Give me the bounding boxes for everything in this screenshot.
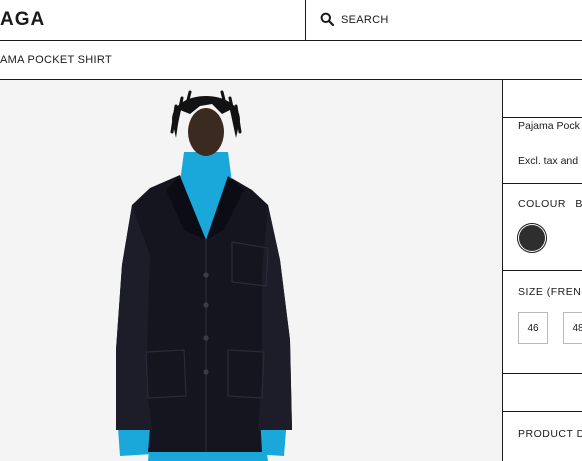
search-icon[interactable]	[320, 12, 334, 26]
search-label[interactable]: SEARCH	[341, 14, 389, 26]
divider	[503, 373, 582, 374]
tax-note: Excl. tax and	[518, 155, 579, 167]
divider	[503, 411, 582, 412]
breadcrumb: AMA POCKET SHIRT	[0, 41, 582, 80]
size-label: SIZE (FRENC	[518, 286, 582, 298]
colour-label: COLOUR B	[518, 198, 582, 210]
colour-value: B	[575, 198, 582, 210]
size-option-48[interactable]: 48	[563, 312, 582, 344]
size-option-46[interactable]: 46	[518, 312, 548, 344]
product-image[interactable]	[0, 80, 502, 461]
product-info-panel: Pajama Pock Excl. tax and COLOUR B SIZE …	[502, 80, 582, 461]
product-details-toggle[interactable]: PRODUCT D	[518, 428, 582, 440]
model-photo	[0, 80, 502, 461]
colour-swatch-black[interactable]	[518, 224, 546, 252]
site-header: AGA SEARCH	[0, 0, 582, 41]
divider	[503, 183, 582, 184]
brand-logo[interactable]: AGA	[0, 9, 45, 31]
breadcrumb-current: AMA POCKET SHIRT	[0, 54, 112, 66]
colour-label-text: COLOUR	[518, 198, 566, 210]
panel-top-bar	[503, 80, 582, 118]
search-bar[interactable]: SEARCH	[305, 0, 582, 40]
product-name: Pajama Pock	[518, 120, 580, 132]
divider	[503, 270, 582, 271]
